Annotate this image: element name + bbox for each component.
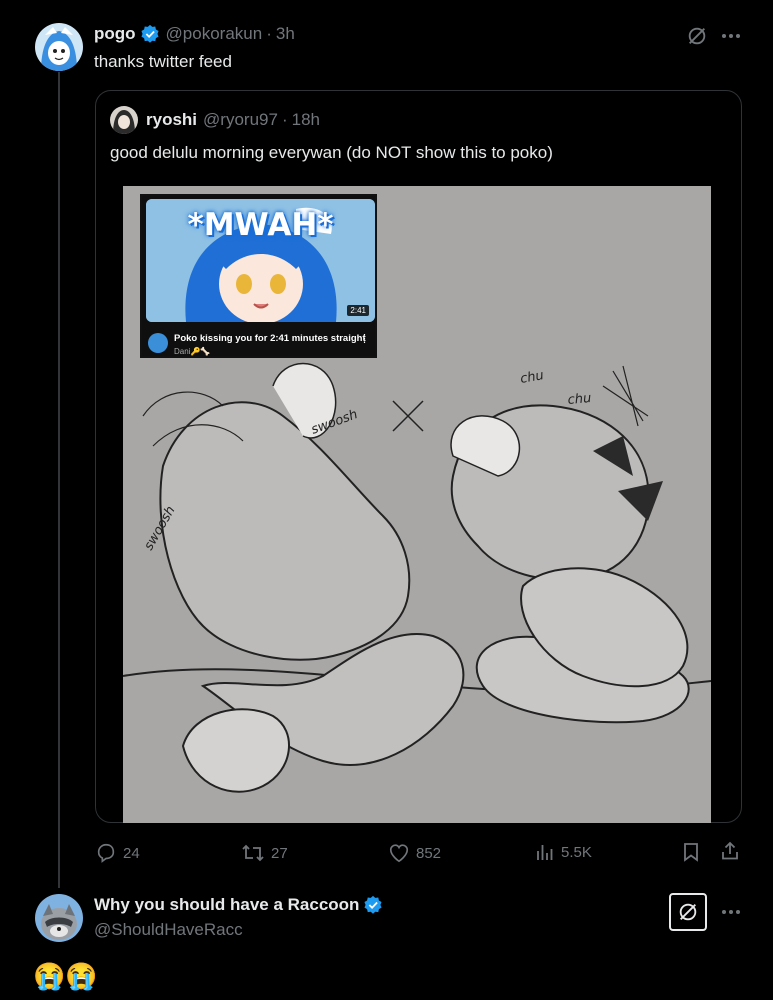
reply-count: 24 — [123, 844, 140, 862]
kebab-menu-icon: ⋮ — [359, 333, 370, 345]
separator-dot: · — [281, 110, 288, 129]
video-overlay-text: *MWAH* — [187, 207, 334, 243]
reply-handle[interactable]: @ShouldHaveRacc — [94, 920, 243, 940]
grok-icon[interactable] — [669, 893, 707, 931]
quoted-tweet-text: good delulu morning everywan (do NOT sho… — [110, 143, 553, 162]
video-title: Poko kissing you for 2:41 minutes straig… — [174, 333, 366, 344]
video-channel: Dani🔑🦴 — [174, 347, 211, 356]
thread-connector-line — [58, 72, 60, 888]
handle[interactable]: @pokorakun — [166, 24, 263, 44]
grok-icon[interactable] — [684, 23, 710, 49]
reply-display-name[interactable]: Why you should have a Raccoon — [94, 895, 359, 915]
verified-badge-icon — [140, 24, 160, 44]
like-icon — [389, 844, 409, 863]
like-button[interactable]: 852 — [388, 842, 441, 864]
reply-avatar[interactable] — [35, 894, 83, 942]
reply-icon — [97, 843, 115, 863]
views-button[interactable]: 5.5K — [535, 842, 592, 862]
channel-avatar — [148, 333, 168, 353]
separator-dot: · — [266, 24, 272, 43]
quoted-handle[interactable]: @ryoru97 — [203, 110, 278, 130]
repost-icon — [242, 844, 264, 862]
more-icon[interactable] — [718, 899, 744, 925]
timestamp[interactable]: 3h — [276, 24, 295, 44]
quoted-display-name[interactable]: ryoshi — [146, 110, 197, 130]
bookmark-icon[interactable] — [680, 841, 702, 863]
quoted-avatar[interactable] — [110, 106, 138, 134]
quoted-timestamp[interactable]: 18h — [292, 110, 320, 130]
quoted-tweet-header: ryoshi @ryoru97 · 18h — [146, 110, 320, 130]
reply-tweet-header: Why you should have a Raccoon — [94, 895, 383, 915]
video-thumbnail: *MWAH* 2:41 — [146, 199, 375, 322]
reply-button[interactable]: 24 — [95, 842, 140, 864]
youtube-video-card: *MWAH* 2:41 Poko kissing you for 2:41 mi… — [140, 194, 377, 358]
video-duration: 2:41 — [347, 305, 369, 316]
more-icon[interactable] — [718, 23, 744, 49]
like-count: 852 — [416, 844, 442, 862]
svg-text:chu: chu — [567, 391, 592, 408]
repost-button[interactable]: 27 — [241, 842, 288, 864]
views-icon — [537, 845, 553, 860]
views-count: 5.5K — [561, 843, 592, 861]
reply-tweet-text: 😭😭 — [33, 961, 98, 991]
verified-badge-icon — [363, 895, 383, 915]
avatar[interactable] — [35, 23, 83, 71]
main-tweet-header: pogo @pokorakun · 3h — [94, 24, 295, 44]
display-name[interactable]: pogo — [94, 24, 136, 44]
tweet-text: thanks twitter feed — [94, 52, 232, 71]
repost-count: 27 — [271, 844, 288, 862]
share-icon[interactable] — [719, 840, 741, 862]
